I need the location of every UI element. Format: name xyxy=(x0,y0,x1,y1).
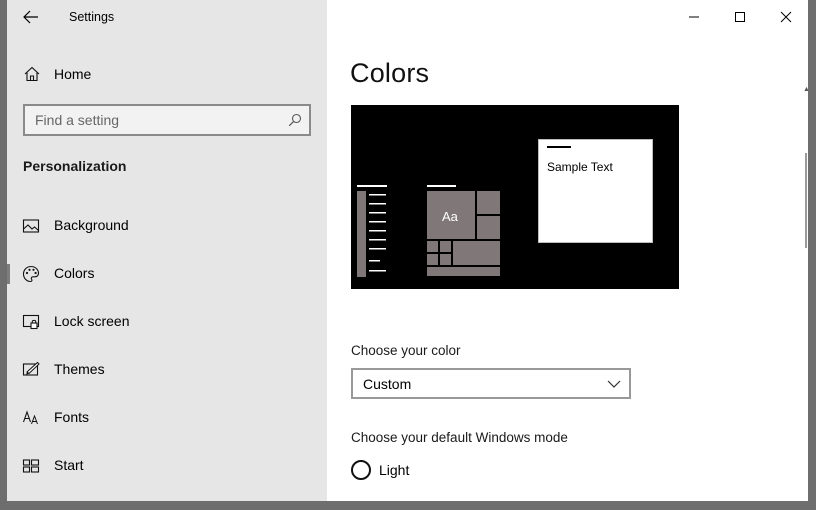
sidebar-item-label: Fonts xyxy=(54,409,90,425)
lock-screen-icon xyxy=(22,314,40,330)
home-icon xyxy=(24,66,40,82)
sidebar-item-label: Start xyxy=(54,457,84,473)
fonts-icon xyxy=(22,410,38,425)
nav-home[interactable]: Home xyxy=(7,58,327,90)
maximize-button[interactable] xyxy=(717,0,763,34)
minimize-button[interactable] xyxy=(671,0,717,34)
title-bar: Settings xyxy=(7,0,327,34)
radio-label: Light xyxy=(379,462,410,478)
themes-icon xyxy=(22,361,40,376)
section-title: Personalization xyxy=(23,158,127,174)
app-title: Settings xyxy=(69,10,115,24)
choose-color-dropdown[interactable]: Custom xyxy=(351,368,631,399)
close-icon xyxy=(780,11,792,23)
maximize-icon xyxy=(735,12,745,22)
start-icon xyxy=(22,459,40,473)
choose-color-label: Choose your color xyxy=(351,343,461,358)
page-title: Colors xyxy=(350,58,430,88)
radio-light[interactable]: Light xyxy=(351,460,471,482)
sidebar-item-colors[interactable]: Colors xyxy=(7,254,327,294)
scrollbar[interactable]: ▲ xyxy=(803,38,808,501)
back-button[interactable] xyxy=(17,4,45,30)
sidebar: Settings Home Personalization Background xyxy=(7,0,327,501)
sidebar-item-lock-screen[interactable]: Lock screen xyxy=(7,302,327,342)
scroll-thumb[interactable] xyxy=(805,153,807,248)
sample-title-line xyxy=(547,146,571,148)
sidebar-item-themes[interactable]: Themes xyxy=(7,350,327,390)
nav-home-label: Home xyxy=(54,66,92,82)
sidebar-item-label: Colors xyxy=(54,265,95,281)
sample-window: Sample Text xyxy=(538,139,653,243)
search-input[interactable] xyxy=(25,106,309,134)
sidebar-item-background[interactable]: Background xyxy=(7,206,327,246)
radio-circle xyxy=(351,460,371,480)
selection-indicator xyxy=(7,264,10,284)
scroll-up-arrow-icon[interactable]: ▲ xyxy=(803,86,808,93)
sidebar-item-fonts[interactable]: Fonts xyxy=(7,398,327,438)
settings-window: Settings Home Personalization Background xyxy=(7,0,808,501)
palette-icon xyxy=(22,265,40,283)
sidebar-item-label: Background xyxy=(54,217,129,233)
sample-text: Sample Text xyxy=(547,160,613,174)
sidebar-item-label: Themes xyxy=(54,361,105,377)
image-icon xyxy=(22,219,40,233)
main-content: Colors Aa Sample Text Choose your color … xyxy=(327,0,808,501)
search-box[interactable] xyxy=(23,104,311,136)
minimize-icon xyxy=(689,16,699,18)
sidebar-item-start[interactable]: Start xyxy=(7,446,327,486)
color-preview: Aa Sample Text xyxy=(351,105,679,289)
back-arrow-icon xyxy=(23,10,38,24)
sidebar-item-label: Lock screen xyxy=(54,313,130,329)
search-icon xyxy=(288,113,302,127)
close-button[interactable] xyxy=(763,0,808,34)
chevron-down-icon xyxy=(607,380,621,388)
tile-sample-label: Aa xyxy=(442,209,458,224)
dropdown-value: Custom xyxy=(363,376,412,392)
default-mode-label: Choose your default Windows mode xyxy=(351,430,568,445)
